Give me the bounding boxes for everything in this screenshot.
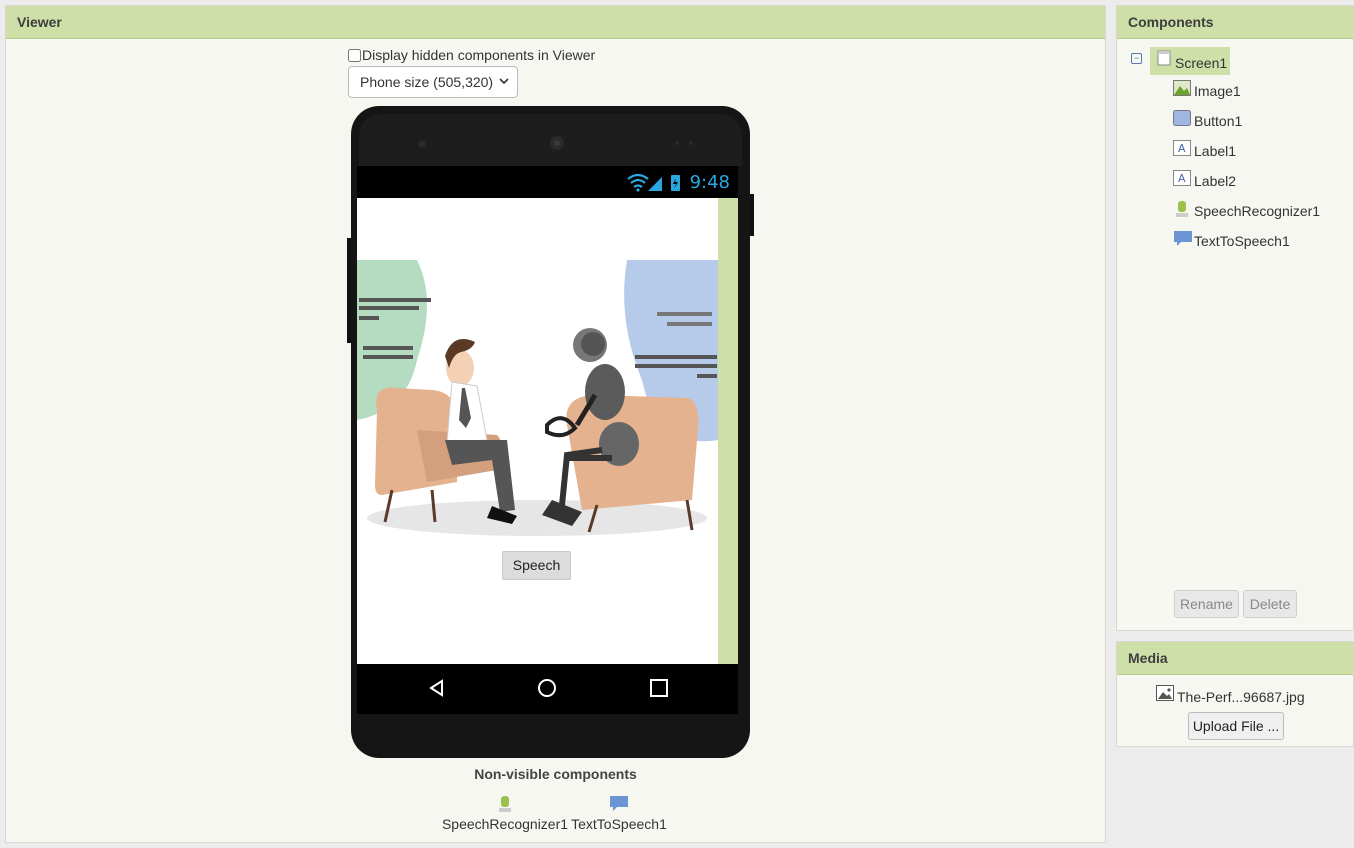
speech-button[interactable]: Speech [502, 551, 571, 580]
tree-label-button1: Button1 [1194, 113, 1243, 129]
speech-bubble-icon [1173, 230, 1192, 246]
label-icon: A [1173, 170, 1191, 186]
tree-item-texttospeech1[interactable]: TextToSpeech1 [1173, 230, 1290, 249]
svg-text:A: A [1178, 142, 1186, 155]
tree-item-screen1-content[interactable]: Screen1 [1157, 50, 1228, 71]
phone-size-value: Phone size (505,320) [360, 74, 494, 90]
home-icon[interactable] [537, 678, 557, 701]
back-icon[interactable] [427, 678, 447, 701]
display-hidden-label: Display hidden components in Viewer [362, 47, 596, 63]
display-hidden-toggle[interactable]: Display hidden components in Viewer [348, 47, 595, 63]
tree-label-image1: Image1 [1194, 83, 1241, 99]
tree-label-texttospeech1: TextToSpeech1 [1194, 233, 1290, 249]
screen-scroll-strip [718, 198, 738, 664]
image1-illustration[interactable] [357, 260, 718, 542]
microphone-icon [1173, 200, 1191, 217]
screen-icon [1157, 50, 1172, 66]
display-hidden-checkbox[interactable] [348, 48, 361, 62]
chevron-down-icon [499, 67, 509, 108]
nonvisible-speechrecognizer[interactable]: SpeechRecognizer1 [440, 795, 570, 832]
speech-bubble-icon [567, 795, 671, 816]
image-icon [1173, 80, 1191, 96]
media-file-item[interactable]: The-Perf...96687.jpg [1156, 685, 1305, 705]
signal-icons [626, 173, 686, 196]
tree-item-label1[interactable]: A Label1 [1173, 140, 1237, 159]
nonvisible-texttospeech-label: TextToSpeech1 [571, 816, 667, 832]
tree-item-speechrecognizer1[interactable]: SpeechRecognizer1 [1173, 200, 1321, 219]
microphone-icon [440, 795, 570, 816]
rename-button[interactable]: Rename [1174, 590, 1239, 618]
phone-mockup: 9:48 Speech [347, 106, 754, 758]
phone-power-button [750, 194, 754, 236]
phone-size-select[interactable]: Phone size (505,320) [348, 66, 518, 98]
picture-file-icon [1156, 685, 1174, 701]
button-icon [1173, 110, 1191, 126]
status-time: 9:48 [689, 172, 730, 193]
components-title: Components [1117, 6, 1353, 39]
phone-top-bezel [359, 114, 742, 166]
nonvisible-speechrecognizer-label: SpeechRecognizer1 [441, 816, 569, 832]
tree-label-label1: Label1 [1194, 143, 1237, 159]
upload-file-button[interactable]: Upload File ... [1188, 712, 1284, 740]
nonvisible-title: Non-visible components [474, 766, 637, 782]
nonvisible-texttospeech[interactable]: TextToSpeech1 [567, 795, 671, 832]
phone-volume-button [347, 238, 351, 343]
label-icon: A [1173, 140, 1191, 156]
phone-screen: 9:48 Speech [357, 166, 738, 714]
media-title: Media [1117, 642, 1353, 675]
delete-button[interactable]: Delete [1243, 590, 1297, 618]
status-bar: 9:48 [357, 166, 738, 198]
svg-text:A: A [1178, 172, 1186, 185]
android-nav-bar [357, 664, 738, 714]
app-screen-content: Speech [357, 198, 738, 664]
media-file-name: The-Perf...96687.jpg [1177, 689, 1305, 705]
tree-item-label2[interactable]: A Label2 [1173, 170, 1237, 189]
tree-item-image1[interactable]: Image1 [1173, 80, 1241, 99]
tree-item-button1[interactable]: Button1 [1173, 110, 1243, 129]
collapse-icon[interactable]: − [1131, 53, 1142, 64]
recents-icon[interactable] [649, 678, 669, 701]
tree-label-screen1: Screen1 [1175, 55, 1228, 71]
tree-label-speechrecognizer1: SpeechRecognizer1 [1194, 203, 1321, 219]
tree-label-label2: Label2 [1194, 173, 1237, 189]
viewer-title: Viewer [6, 6, 1105, 39]
